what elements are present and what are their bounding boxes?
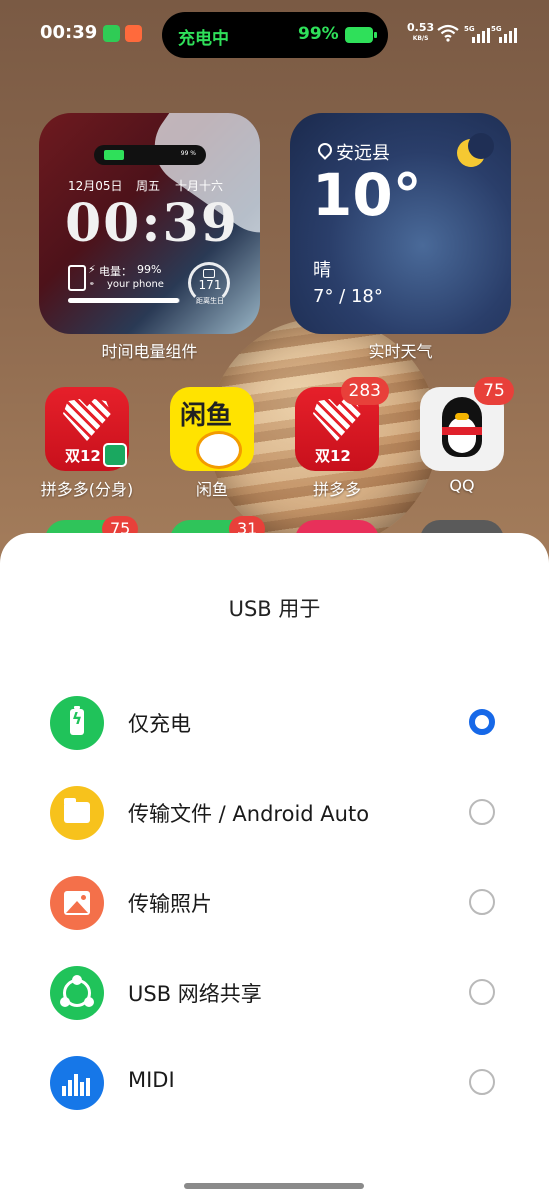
usb-option-midi[interactable]: MIDI (0, 1038, 549, 1128)
widget-lunar-date: 十月十六 (175, 179, 224, 193)
clone-badge-icon (103, 443, 127, 467)
link-icon: ⚭ (89, 280, 95, 288)
radio-button[interactable] (469, 709, 495, 735)
charging-island[interactable]: 充电中 99% (162, 12, 388, 58)
sheet-title: USB 用于 (228, 597, 321, 621)
network-speed: 0.53 KB/S (407, 21, 435, 42)
app-notification-icon (125, 25, 142, 42)
widget-time: 00:39 (65, 193, 239, 254)
weather-condition: 晴 (313, 260, 331, 281)
weather-widget[interactable]: 安远县 10° 晴 7° / 18° (290, 113, 511, 334)
widget-weekday: 周五 (136, 179, 161, 193)
app-pinduoduo-clone[interactable]: 双12 (45, 387, 129, 471)
bolt-icon: ⚡ (88, 263, 96, 276)
status-time: 00:39 (40, 22, 98, 43)
pinduoduo-heart-icon (63, 399, 111, 441)
option-label: 传输照片 (128, 892, 212, 916)
folder-icon (50, 786, 104, 840)
widget-charge-percent: 99% (137, 263, 162, 276)
app-label: 拼多多(分身) (40, 480, 134, 499)
battery-icon (345, 27, 377, 43)
charging-battery-icon: ϟ (50, 696, 104, 750)
app-qq[interactable]: 75 (420, 377, 514, 471)
radio-button[interactable] (469, 889, 495, 915)
app-pinduoduo[interactable]: 双12 283 (295, 377, 389, 471)
wifi-icon (437, 24, 459, 42)
share-network-icon (50, 966, 104, 1020)
widget-charge-bar (68, 298, 180, 303)
mini-battery-icon (104, 150, 124, 160)
phone-icon (68, 265, 86, 291)
birthday-label: 距离生日 (196, 297, 224, 305)
xianyu-face-icon (196, 431, 242, 469)
home-indicator[interactable] (184, 1183, 364, 1189)
midi-equalizer-icon (50, 1056, 104, 1110)
radio-button[interactable] (469, 979, 495, 1005)
clock-battery-widget[interactable]: 99 % 12月05日 周五 十月十六 00:39 ⚡ 电量： 99% ⚭ yo… (39, 113, 260, 334)
usb-option-photo-transfer[interactable]: 传输照片 (0, 858, 549, 948)
usb-option-file-transfer[interactable]: 传输文件 / Android Auto (0, 768, 549, 858)
widget-your-phone: your phone (107, 279, 164, 290)
app-xianyu[interactable]: 闲鱼 (170, 387, 254, 471)
option-label: MIDI (128, 1068, 175, 1092)
notification-badge: 283 (340, 377, 389, 405)
weather-widget-label: 实时天气 (368, 342, 433, 361)
radio-button[interactable] (469, 799, 495, 825)
location-pin-icon (315, 140, 335, 160)
wechat-notification-icon (103, 25, 120, 42)
weather-temperature: 10° (312, 161, 422, 229)
radio-button[interactable] (469, 1069, 495, 1095)
option-label: USB 网络共享 (128, 982, 262, 1006)
option-label: 传输文件 / Android Auto (128, 802, 370, 826)
photo-icon (50, 876, 104, 930)
usb-option-tethering[interactable]: USB 网络共享 (0, 948, 549, 1038)
usb-mode-sheet: USB 用于 ϟ 仅充电 传输文件 / Android Auto 传输照片 US… (0, 533, 549, 1200)
mini-charging-pill: 99 % (94, 145, 206, 165)
notification-badge: 75 (474, 377, 514, 405)
pinduoduo-heart-icon (313, 399, 361, 441)
usb-option-charge-only[interactable]: ϟ 仅充电 (0, 678, 549, 768)
app-label: 闲鱼 (195, 480, 228, 499)
cake-icon (203, 269, 215, 278)
clock-widget-label: 时间电量组件 (101, 342, 198, 361)
app-label: 拼多多 (312, 480, 361, 499)
status-bar: 00:39 充电中 99% 0.53 KB/S 5G 5G (0, 0, 549, 70)
option-label: 仅充电 (128, 712, 191, 736)
widget-date: 12月05日 (68, 179, 123, 193)
birthday-days: 171 (198, 278, 222, 292)
charging-label: 充电中 (178, 29, 229, 49)
widget-charge-label: 电量： (99, 265, 132, 278)
battery-percent: 99% (298, 24, 339, 44)
app-label: QQ (449, 476, 475, 495)
weather-range: 7° / 18° (313, 286, 383, 307)
